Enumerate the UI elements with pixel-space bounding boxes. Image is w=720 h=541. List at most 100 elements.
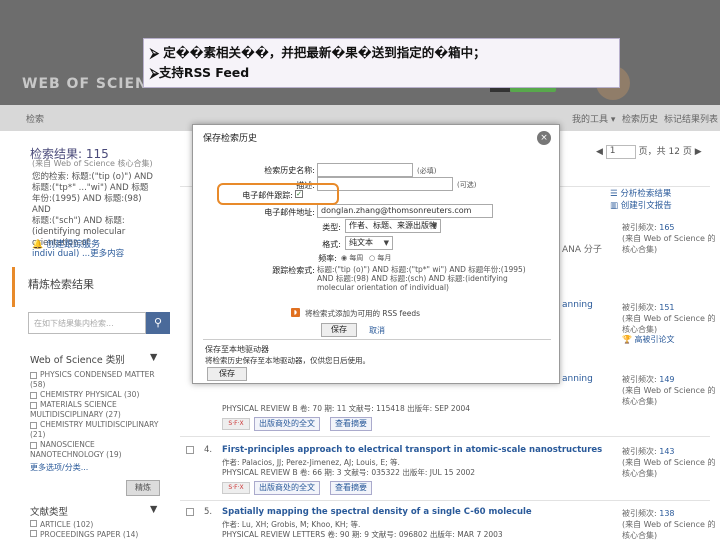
query-more-link[interactable]: indivi dual) ...更多内容 [32,249,162,260]
category-item[interactable]: PHYSICS CONDENSED MATTER (58) [30,370,160,390]
doctype-list: ARTICLE (102) PROCEEDINGS PAPER (14) [30,520,138,540]
citation-number[interactable]: 149 [659,375,674,384]
format-value: 纯文本 [349,238,373,247]
record-authors: 作者: Lu, XH; Grobis, M; Khoo, KH; 等. [222,520,361,529]
checkbox-icon[interactable] [30,371,37,379]
citation-count: 被引频次: 143 (来自 Web of Science 的核心合集) [622,446,720,479]
chevron-down-icon[interactable]: ▼ [150,352,157,363]
chevron-down-icon: ▼ [383,239,389,247]
alert-query-text: 标题:("tip (o)") AND 标题:("tp*" wi") AND 标题… [317,265,526,292]
record-title-fragment[interactable]: anning [562,374,593,384]
citation-source: (来自 Web of Science 的核心合集) [622,520,716,540]
citation-number[interactable]: 143 [659,447,674,456]
checkbox-icon[interactable] [30,520,37,527]
analysis-links: ☰ 分析检索结果 ▥ 创建引文报告 [610,188,672,212]
citation-number[interactable]: 165 [659,223,674,232]
doctype-item[interactable]: PROCEEDINGS PAPER (14) [30,530,138,540]
category-item[interactable]: CHEMISTRY PHYSICAL (30) [30,390,160,400]
record-title-fragment[interactable]: anning [562,300,593,310]
abstract-button[interactable]: 查看摘要 [330,481,372,495]
refine-search-button[interactable]: ⚲ [146,312,170,334]
fulltext-button[interactable]: 出版商处的全文 [254,417,320,431]
page-input[interactable]: 1 [605,144,636,159]
record-checkbox[interactable] [186,446,194,454]
doctype-label: 文献类型 [30,507,69,518]
format-label: 格式: [322,240,341,249]
wos-categories-label: Web of Science 类别 [30,355,125,366]
save-button[interactable]: 保存 [321,323,357,337]
row-divider [180,500,710,501]
checkbox-icon[interactable] [30,401,37,409]
record-title[interactable]: First-principles approach to electrical … [222,445,602,455]
record-number: 5. [204,507,213,517]
alert-query-label: 跟踪检索式: [272,266,315,275]
category-item[interactable]: NANOSCIENCE NANOTECHNOLOGY (19) [30,440,160,460]
checkbox-icon[interactable] [30,421,37,429]
category-label: MATERIALS SCIENCE MULTIDISCIPLINARY (27) [30,400,121,419]
name-label: 检索历史名称: [264,166,315,175]
frequency-monthly-option[interactable]: ○ 每月 [369,253,391,263]
citation-report-label: 创建引文报告 [620,201,672,211]
optional-hint: (可选) [457,181,477,189]
record-title[interactable]: Spatially mapping the spectral density o… [222,507,532,517]
checkbox-icon[interactable] [30,441,37,449]
more-options-link[interactable]: 更多选项/分类... [30,462,88,473]
create-alert-link[interactable]: 🔔 创建跟踪服务 [32,237,100,250]
local-save-button[interactable]: 保存 [207,367,247,381]
cancel-link[interactable]: 取消 [369,325,385,336]
search-icon: ⚲ [153,316,163,329]
category-label: PHYSICS CONDENSED MATTER (58) [30,370,155,389]
frequency-weekly-option[interactable]: ◉ 每周 [341,253,363,263]
citation-number[interactable]: 138 [659,509,674,518]
checkbox-icon[interactable] [30,530,37,537]
sfx-icon[interactable]: S·F·X [222,482,250,494]
row-divider [180,436,710,437]
email-address-input[interactable]: donglan.zhang@thomsonreuters.com [317,204,493,218]
frequency-monthly-label: 每月 [377,254,392,262]
query-line: 您的检索: 标题:("tip (o)") AND [32,172,153,182]
highly-cited-badge: 🏆 高被引论文 [622,335,675,344]
alert-type-select[interactable]: 作者、标题、来源出版物 ▼ [345,219,441,233]
category-item[interactable]: CHEMISTRY MULTIDISCIPLINARY (21) [30,420,160,440]
category-label: CHEMISTRY PHYSICAL (30) [40,390,140,399]
close-icon[interactable]: × [537,131,551,145]
format-select[interactable]: 纯文本 ▼ [345,236,393,250]
nav-search-history[interactable]: 检索历史 [622,112,658,125]
abstract-button[interactable]: 查看摘要 [330,417,372,431]
nav-search-tab[interactable]: 检索 [26,112,44,125]
rss-option-label[interactable]: 将检索式添加为可用的 RSS feeds [305,308,420,319]
refine-button[interactable]: 精炼 [126,480,160,496]
citation-count: 被引频次: 149 (来自 Web of Science 的核心合集) [622,374,720,407]
dialog-divider [203,339,551,340]
accent-bar [12,267,15,307]
chevron-down-icon: ▼ [431,222,437,230]
prev-page-icon[interactable]: ◀ [596,147,603,157]
fulltext-button[interactable]: 出版商处的全文 [254,481,320,495]
checkbox-icon[interactable] [30,391,37,399]
refine-search-input[interactable]: 在如下结果集内检索... [28,312,146,334]
next-page-icon[interactable]: ▶ [695,147,702,157]
citation-number[interactable]: 151 [659,303,674,312]
doctype-item[interactable]: ARTICLE (102) [30,520,138,530]
rss-icon[interactable]: ◗ [291,308,300,317]
query-line: 标题:("sch") AND 标题: [32,216,125,226]
nav-my-tools[interactable]: 我的工具 ▾ [572,112,615,125]
citation-report-link[interactable]: ▥ 创建引文报告 [610,200,672,212]
record-checkbox[interactable] [186,508,194,516]
citation-count: 被引频次: 138 (来自 Web of Science 的核心合集) [622,508,720,541]
nav-marked-list[interactable]: 标记结果列表 [664,112,718,125]
chevron-down-icon[interactable]: ▼ [150,504,157,515]
history-name-input[interactable] [317,163,413,177]
category-item[interactable]: MATERIALS SCIENCE MULTIDISCIPLINARY (27) [30,400,160,420]
pager: ◀ 1 页，共 12 页 ▶ [596,144,702,159]
create-alert-label: 创建跟踪服务 [46,240,101,250]
sfx-icon[interactable]: S·F·X [222,418,250,430]
dialog-title: 保存检索历史 [203,134,258,144]
local-save-heading: 保存至本地驱动器 [205,345,269,354]
analyze-results-link[interactable]: ☰ 分析检索结果 [610,188,672,200]
citation-label: 被引频次: [622,223,657,232]
frequency-label: 频率: [318,254,337,263]
citation-source: (来自 Web of Science 的核心合集) [622,458,716,478]
record-source: PHYSICAL REVIEW B 卷: 70 期: 11 文献号: 11541… [222,404,471,413]
results-source: (来自 Web of Science 核心合集) [32,159,153,168]
